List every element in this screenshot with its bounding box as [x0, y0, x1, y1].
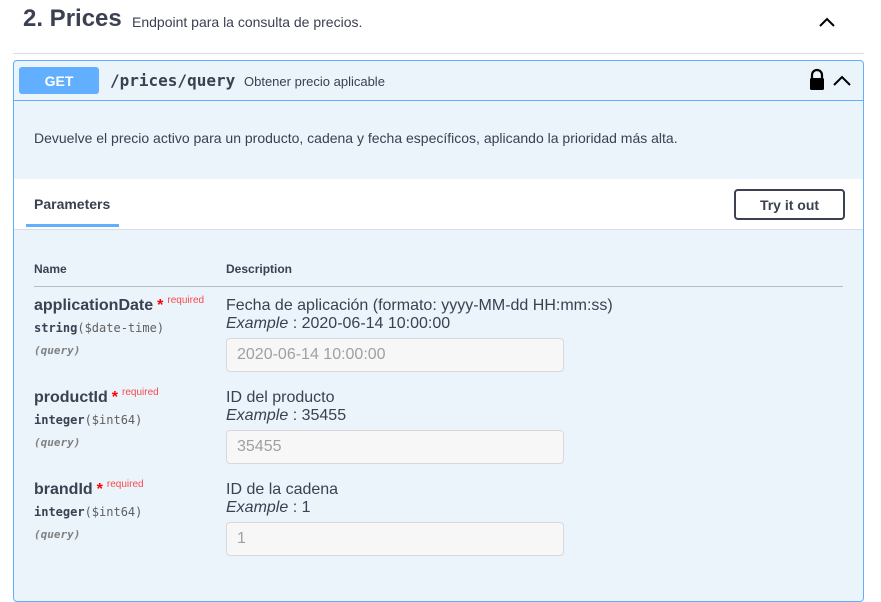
- parameter-type: string($date-time): [34, 321, 164, 335]
- parameter-name: productId * required: [34, 387, 159, 407]
- parameter-format: ($int64): [84, 505, 143, 519]
- parameter-row: applicationDate * required string($date-ti…: [14, 295, 863, 389]
- required-label: required: [122, 387, 159, 398]
- parameter-name: applicationDate * required: [34, 295, 205, 315]
- parameters-header: Parameters Try it out: [14, 179, 863, 230]
- parameter-location: (query): [34, 344, 81, 357]
- operation-block: GET /prices/query Obtener precio aplicab…: [13, 60, 864, 602]
- example-value: : 35455: [292, 407, 347, 424]
- parameter-row: productId * required integer($int64) (quer…: [14, 387, 863, 481]
- parameter-example: Example : 2020-06-14 10:00:00: [226, 315, 450, 333]
- product-id-input[interactable]: [226, 430, 564, 464]
- operation-summary[interactable]: GET /prices/query Obtener precio aplicab…: [14, 61, 863, 101]
- header-divider: [34, 286, 843, 287]
- tab-underline: [26, 224, 119, 227]
- parameter-name-text: applicationDate: [34, 297, 154, 314]
- example-value: : 1: [292, 499, 311, 516]
- required-star: *: [96, 481, 103, 498]
- parameter-type-name: string: [34, 321, 78, 335]
- application-date-input[interactable]: [226, 338, 564, 372]
- parameter-description: Fecha de aplicación (formato: yyyy-MM-dd…: [226, 297, 613, 314]
- brand-id-input[interactable]: [226, 522, 564, 556]
- tag-divider: [13, 53, 864, 54]
- example-label: Example: [226, 499, 289, 516]
- parameter-location: (query): [34, 528, 81, 541]
- parameter-type-name: integer: [34, 505, 85, 519]
- operation-summary-text: Obtener precio aplicable: [244, 74, 385, 89]
- parameter-example: Example : 1: [226, 499, 311, 517]
- parameter-name: brandId * required: [34, 479, 144, 499]
- operation-description: Devuelve el precio activo para un produc…: [34, 130, 678, 146]
- required-label: required: [167, 295, 205, 306]
- parameter-description: ID de la cadena: [226, 481, 339, 498]
- method-badge: GET: [19, 67, 99, 94]
- required-label: required: [106, 479, 144, 490]
- parameter-type: integer($int64): [34, 413, 142, 427]
- tag-title[interactable]: 2. Prices: [23, 5, 122, 33]
- required-star: *: [111, 389, 118, 406]
- parameter-row: brandId * required integer($int64) (query)…: [14, 479, 863, 573]
- example-value: : 2020-06-14 10:00:00: [292, 315, 451, 332]
- column-header-name: Name: [34, 262, 67, 276]
- parameter-format: ($date-time): [77, 321, 165, 335]
- tag-header[interactable]: 2. Prices Endpoint para la consulta de p…: [0, 0, 881, 54]
- parameter-type-name: integer: [34, 413, 85, 427]
- lock-icon[interactable]: [807, 68, 827, 92]
- parameter-example: Example : 35455: [226, 407, 346, 425]
- chevron-up-icon[interactable]: [815, 10, 839, 34]
- try-it-out-button[interactable]: Try it out: [734, 189, 845, 220]
- parameter-type: integer($int64): [34, 505, 142, 519]
- parameter-description: ID del producto: [226, 389, 335, 406]
- example-label: Example: [226, 407, 289, 424]
- required-star: *: [157, 297, 164, 314]
- parameter-location: (query): [34, 436, 81, 449]
- parameter-name-text: productId: [34, 389, 108, 406]
- parameter-format: ($int64): [84, 413, 143, 427]
- parameter-name-text: brandId: [34, 481, 93, 498]
- chevron-up-icon[interactable]: [830, 69, 854, 93]
- tab-parameters[interactable]: Parameters: [34, 196, 110, 212]
- column-header-description: Description: [226, 262, 293, 276]
- tag-description: Endpoint para la consulta de precios.: [132, 14, 363, 30]
- operation-path: /prices/query: [110, 71, 236, 90]
- example-label: Example: [226, 315, 289, 332]
